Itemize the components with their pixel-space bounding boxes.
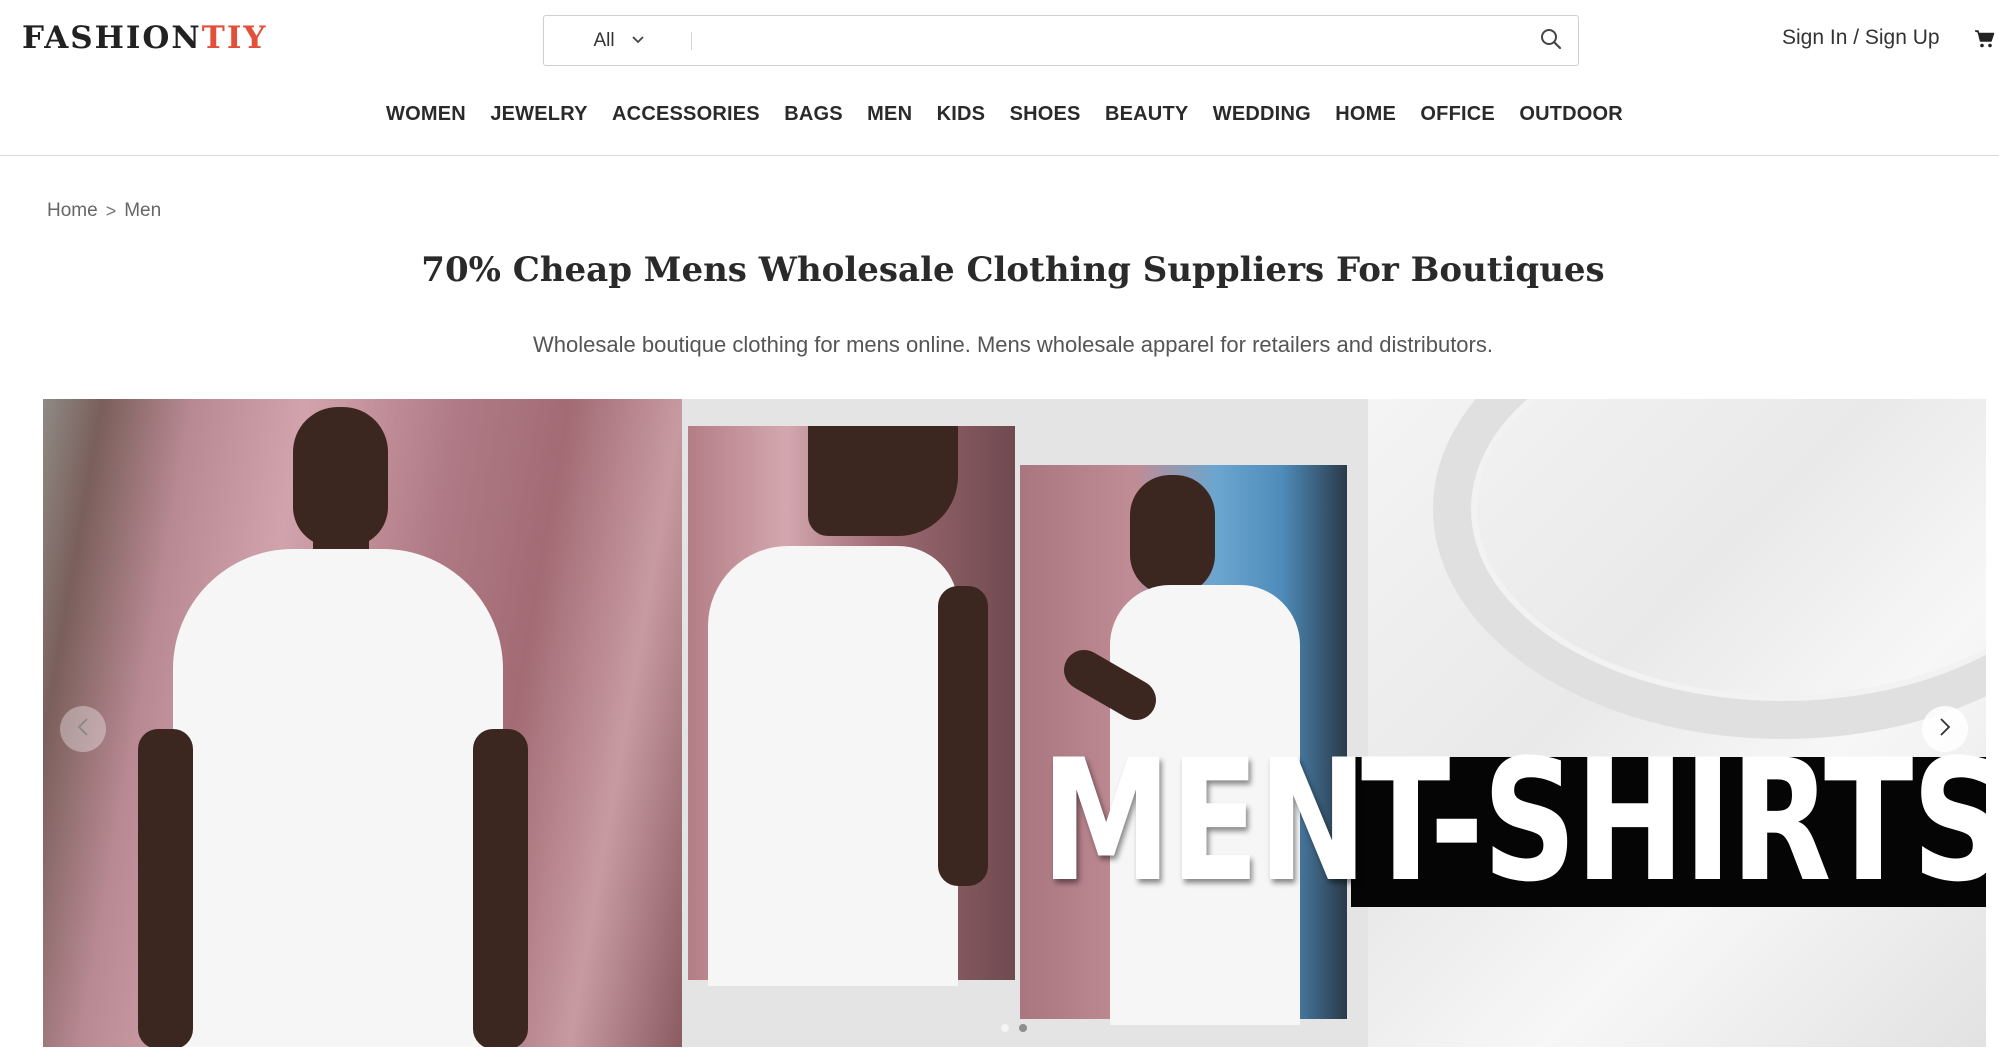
search-category-dropdown[interactable]: All <box>544 16 694 65</box>
breadcrumb-current: Men <box>124 200 162 221</box>
banner-title-tshirts: T-SHIRTS <box>1361 723 1986 919</box>
breadcrumb-home[interactable]: Home <box>47 200 98 222</box>
breadcrumb-separator: > <box>105 200 117 221</box>
search-category-label: All <box>593 29 615 51</box>
banner-pagination <box>1001 1024 1027 1032</box>
banner-photo-model-front <box>43 399 682 1047</box>
nav-item-beauty[interactable]: BEAUTY <box>1093 103 1201 126</box>
site-logo[interactable]: FASHIONTIY <box>22 20 267 56</box>
nav-item-kids[interactable]: KIDS <box>924 103 997 126</box>
search-icon <box>1540 28 1562 55</box>
search-button[interactable] <box>1534 24 1568 58</box>
nav-item-home[interactable]: HOME <box>1323 103 1408 126</box>
nav-item-women[interactable]: WOMEN <box>374 103 478 126</box>
banner-dot-2[interactable] <box>1019 1024 1027 1032</box>
nav-item-accessories[interactable]: ACCESSORIES <box>600 103 772 126</box>
search-bar: All <box>543 15 1579 66</box>
banner-next-button[interactable] <box>1922 706 1968 752</box>
site-header: FASHIONTIY All Sign In / Sign Up WOMEN J… <box>0 0 1999 156</box>
cart-icon <box>1974 30 1996 54</box>
banner-title-men: MEN <box>1041 723 1367 919</box>
chevron-right-icon <box>1938 717 1952 742</box>
cart-button[interactable] <box>1974 28 1996 50</box>
search-input[interactable] <box>704 22 1524 59</box>
logo-accent-text: TIY <box>201 20 268 56</box>
nav-item-office[interactable]: OFFICE <box>1408 103 1507 126</box>
banner-dot-1[interactable] <box>1001 1024 1009 1032</box>
nav-item-wedding[interactable]: WEDDING <box>1201 103 1323 126</box>
page-title: 70% Cheap Mens Wholesale Clothing Suppli… <box>421 250 1605 290</box>
breadcrumb: Home > Men <box>47 200 161 222</box>
banner-prev-button[interactable] <box>60 706 106 752</box>
logo-main-text: FASHION <box>22 20 202 56</box>
hero-banner[interactable]: MEN T-SHIRTS <box>43 399 1986 1047</box>
nav-item-bags[interactable]: BAGS <box>772 103 855 126</box>
page-subtitle: Wholesale boutique clothing for mens onl… <box>533 332 1493 357</box>
main-nav: WOMEN JEWELRY ACCESSORIES BAGS MEN KIDS … <box>0 96 1999 132</box>
chevron-down-icon <box>631 32 645 50</box>
nav-item-shoes[interactable]: SHOES <box>997 103 1092 126</box>
chevron-left-icon <box>76 717 90 742</box>
search-divider <box>691 32 692 50</box>
nav-item-men[interactable]: MEN <box>855 103 924 126</box>
sign-in-link[interactable]: Sign In / Sign Up <box>1782 26 1940 50</box>
nav-item-outdoor[interactable]: OUTDOOR <box>1507 103 1635 126</box>
nav-item-jewelry[interactable]: JEWELRY <box>478 103 600 126</box>
banner-photo-model-side <box>688 426 1015 986</box>
